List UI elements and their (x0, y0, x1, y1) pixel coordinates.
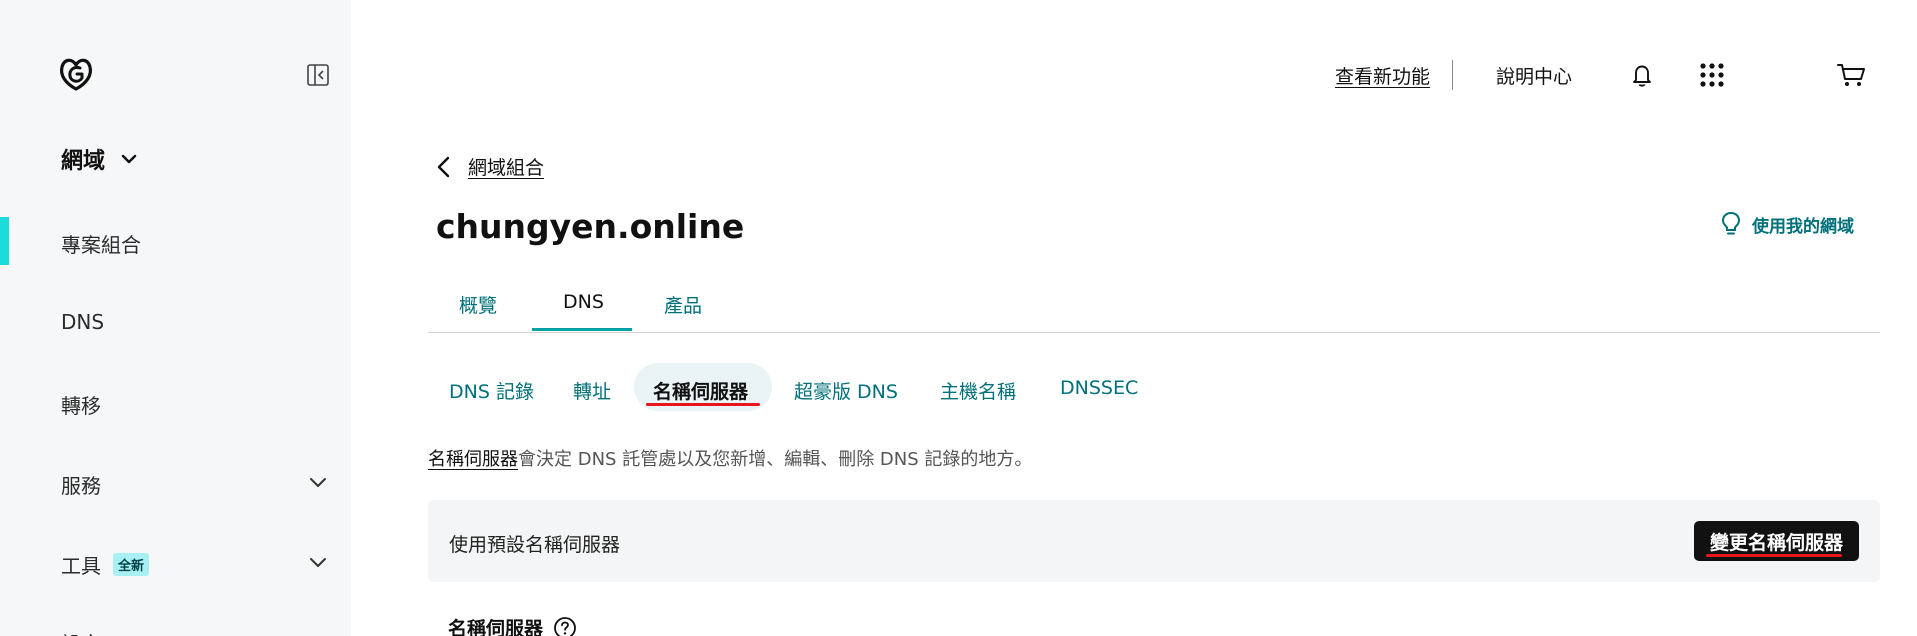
sidebar-section-title: 網域 (61, 149, 106, 174)
tab-products[interactable]: 產品 (664, 291, 702, 318)
section-title: 名稱伺服器 (448, 618, 544, 636)
sidebar-item-label: 工具 (61, 554, 101, 578)
sidebar-item-label: 服務 (61, 474, 101, 498)
subtab-hostnames[interactable]: 主機名稱 (940, 377, 1016, 404)
sidebar-item-dns[interactable]: DNS (61, 310, 104, 334)
new-badge: 全新 (113, 553, 150, 576)
lightbulb-icon (1721, 211, 1741, 235)
nameserver-help-link[interactable]: 名稱伺服器 (428, 449, 518, 470)
use-my-domain-label: 使用我的網域 (1752, 216, 1854, 237)
sidebar-item-portfolio[interactable]: 專案組合 (61, 229, 141, 258)
godaddy-logo-icon[interactable] (58, 56, 94, 92)
bell-icon[interactable] (1628, 61, 1656, 89)
nameserver-panel: 使用預設名稱伺服器 變更名稱伺服器 (428, 500, 1880, 582)
nameservers-heading: 名稱伺服器 (448, 614, 577, 636)
cart-icon[interactable] (1836, 61, 1865, 89)
help-circle-icon[interactable] (553, 616, 577, 636)
sidebar-item-label: DNS (61, 310, 105, 334)
subtab-dnssec[interactable]: DNSSEC (1060, 377, 1138, 399)
sidebar-item-label: 轉移 (61, 394, 101, 418)
sidebar-item-settings[interactable]: 設定 (61, 628, 101, 636)
help-center-link[interactable]: 說明中心 (1496, 62, 1572, 89)
tab-dns[interactable]: DNS (563, 291, 604, 313)
chevron-down-icon (121, 154, 137, 164)
page-title: chungyen.online (436, 207, 745, 246)
description-text: 會決定 DNS 託管處以及您新增、編輯、刪除 DNS 記錄的地方。 (518, 449, 1033, 470)
subtab-forwarding[interactable]: 轉址 (573, 377, 611, 404)
use-my-domain-link[interactable]: 使用我的網域 (1720, 211, 1854, 237)
collapse-sidebar-button[interactable] (306, 63, 330, 87)
sidebar: 網域 專案組合 DNS 轉移 服務 工具 全新 設定 (0, 0, 351, 636)
tab-overview[interactable]: 概覽 (459, 291, 497, 318)
subtab-premium-dns[interactable]: 超豪版 DNS (794, 377, 898, 404)
domains-section-toggle[interactable]: 網域 (61, 143, 139, 175)
sidebar-item-label: 專案組合 (61, 233, 141, 257)
chevron-down-icon[interactable] (306, 550, 330, 574)
sidebar-item-transfer[interactable]: 轉移 (61, 390, 101, 419)
apps-grid-icon[interactable] (1698, 61, 1726, 89)
active-tab-indicator (532, 328, 632, 331)
chevron-down-icon[interactable] (306, 470, 330, 494)
divider (1452, 60, 1453, 90)
sidebar-item-tools[interactable]: 工具 全新 (61, 550, 150, 579)
panel-status-text: 使用預設名稱伺服器 (449, 534, 621, 556)
annotation-underline (1706, 554, 1842, 557)
annotation-underline (646, 403, 760, 406)
active-indicator (0, 217, 9, 265)
sidebar-item-label: 設定 (61, 628, 101, 636)
breadcrumb-link[interactable]: 網域組合 (468, 153, 544, 180)
sidebar-item-services[interactable]: 服務 (61, 470, 101, 499)
nameserver-description: 名稱伺服器會決定 DNS 託管處以及您新增、編輯、刪除 DNS 記錄的地方。 (428, 445, 1032, 471)
chevron-left-icon (437, 156, 450, 177)
primary-tabs (428, 279, 1880, 333)
subtab-nameservers[interactable]: 名稱伺服器 (653, 377, 748, 404)
subtab-dns-records[interactable]: DNS 記錄 (449, 377, 534, 404)
whats-new-link[interactable]: 查看新功能 (1335, 62, 1430, 89)
breadcrumb[interactable]: 網域組合 (436, 153, 544, 180)
